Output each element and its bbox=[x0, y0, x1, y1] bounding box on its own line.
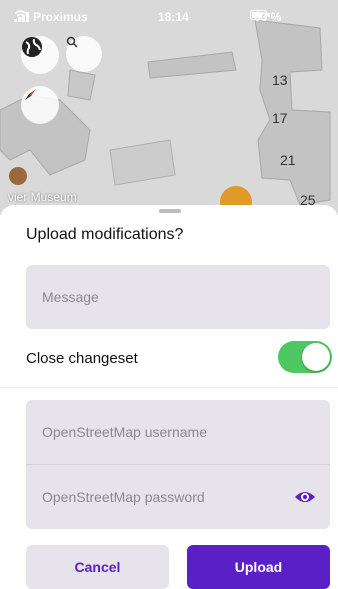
map-label-13: 13 bbox=[272, 72, 288, 88]
status-time: 18:14 bbox=[158, 10, 189, 24]
cancel-button[interactable]: Cancel bbox=[26, 545, 169, 589]
map-view[interactable]: Proximus 18:14 63 % 13 17 bbox=[0, 0, 338, 215]
message-field[interactable]: Message bbox=[26, 265, 330, 329]
upload-button[interactable]: Upload bbox=[187, 545, 330, 589]
map-poi-label: vier Museum bbox=[8, 190, 77, 204]
map-label-17: 17 bbox=[272, 110, 288, 126]
toggle-knob bbox=[302, 343, 330, 371]
sheet-drag-handle[interactable] bbox=[159, 209, 181, 213]
password-field[interactable]: OpenStreetMap password bbox=[26, 465, 330, 529]
close-changeset-toggle[interactable] bbox=[278, 341, 332, 373]
status-bar: Proximus 18:14 63 % bbox=[0, 0, 338, 34]
username-field[interactable]: OpenStreetMap username bbox=[26, 400, 330, 464]
search-button[interactable] bbox=[66, 36, 102, 72]
show-password-eye-icon[interactable] bbox=[294, 487, 316, 507]
compass-button[interactable] bbox=[21, 86, 59, 124]
sheet-title: Upload modifications? bbox=[26, 226, 184, 243]
carrier-name: Proximus bbox=[33, 10, 88, 24]
message-placeholder: Message bbox=[42, 289, 99, 305]
password-placeholder: OpenStreetMap password bbox=[42, 489, 205, 505]
close-changeset-label: Close changeset bbox=[26, 350, 138, 367]
username-placeholder: OpenStreetMap username bbox=[42, 424, 207, 440]
section-divider bbox=[0, 387, 338, 388]
globe-button[interactable] bbox=[21, 36, 59, 74]
upload-sheet: Upload modifications? Message Close chan… bbox=[0, 205, 338, 589]
map-label-21: 21 bbox=[280, 152, 296, 168]
close-changeset-row: Close changeset bbox=[26, 341, 332, 375]
